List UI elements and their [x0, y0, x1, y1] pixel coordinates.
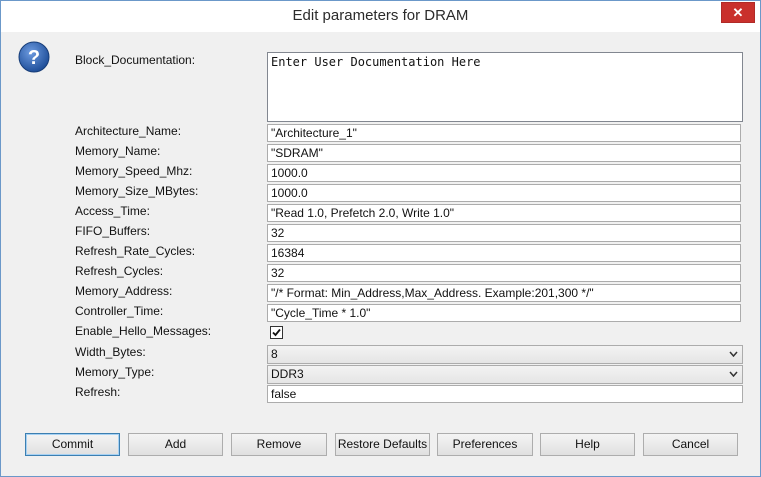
label-enable-hello-messages: Enable_Hello_Messages: [75, 324, 212, 338]
enable-hello-messages-checkbox[interactable] [270, 326, 283, 339]
label-memory-size-mbytes: Memory_Size_MBytes: [75, 184, 199, 198]
controller-time-input[interactable]: "Cycle_Time * 1.0" [267, 304, 741, 322]
question-mark-icon: ? [18, 41, 50, 73]
label-memory-type: Memory_Type: [75, 365, 155, 379]
label-refresh-cycles: Refresh_Cycles: [75, 264, 164, 278]
label-refresh: Refresh: [75, 385, 121, 399]
close-icon: ✕ [732, 5, 744, 20]
memory-name-input[interactable]: "SDRAM" [267, 144, 741, 162]
refresh-input[interactable]: false [267, 385, 743, 403]
fifo-buffers-input[interactable]: 32 [267, 224, 741, 242]
label-controller-time: Controller_Time: [75, 304, 164, 318]
architecture-name-input[interactable]: "Architecture_1" [267, 124, 741, 142]
label-memory-speed-mhz: Memory_Speed_Mhz: [75, 164, 193, 178]
block-documentation-textarea[interactable]: Enter User Documentation Here [267, 52, 743, 122]
commit-button[interactable]: Commit [25, 433, 120, 456]
label-fifo-buffers: FIFO_Buffers: [75, 224, 151, 238]
window-title: Edit parameters for DRAM [292, 7, 469, 24]
title-bar[interactable]: Edit parameters for DRAM ✕ [1, 1, 760, 32]
close-button[interactable]: ✕ [721, 2, 755, 23]
width-bytes-dropdown[interactable]: 8 [267, 345, 743, 364]
refresh-rate-cycles-input[interactable]: 16384 [267, 244, 741, 262]
remove-button[interactable]: Remove [231, 433, 327, 456]
checkmark-icon [272, 328, 281, 337]
memory-type-dropdown[interactable]: DDR3 [267, 365, 743, 384]
restore-defaults-button[interactable]: Restore Defaults [335, 433, 430, 456]
label-access-time: Access_Time: [75, 204, 150, 218]
chevron-down-icon [729, 351, 738, 357]
help-button[interactable]: Help [540, 433, 635, 456]
label-refresh-rate-cycles: Refresh_Rate_Cycles: [75, 244, 196, 258]
parameters-panel: ? Block_Documentation: Enter User Docume… [8, 32, 753, 469]
refresh-cycles-input[interactable]: 32 [267, 264, 741, 282]
add-button[interactable]: Add [128, 433, 223, 456]
label-memory-address: Memory_Address: [75, 284, 173, 298]
label-block-documentation: Block_Documentation: [75, 53, 196, 67]
width-bytes-value: 8 [271, 347, 278, 361]
label-width-bytes: Width_Bytes: [75, 345, 146, 359]
label-architecture-name: Architecture_Name: [75, 124, 182, 138]
memory-address-input[interactable]: "/* Format: Min_Address,Max_Address. Exa… [267, 284, 741, 302]
label-memory-name: Memory_Name: [75, 144, 161, 158]
dialog-window: Edit parameters for DRAM ✕ ? Block_Docum… [0, 0, 761, 477]
chevron-down-icon [729, 371, 738, 377]
access-time-input[interactable]: "Read 1.0, Prefetch 2.0, Write 1.0" [267, 204, 741, 222]
memory-type-value: DDR3 [271, 367, 304, 381]
memory-size-mbytes-input[interactable]: 1000.0 [267, 184, 741, 202]
svg-text:?: ? [28, 47, 40, 69]
memory-speed-mhz-input[interactable]: 1000.0 [267, 164, 741, 182]
cancel-button[interactable]: Cancel [643, 433, 738, 456]
preferences-button[interactable]: Preferences [437, 433, 533, 456]
